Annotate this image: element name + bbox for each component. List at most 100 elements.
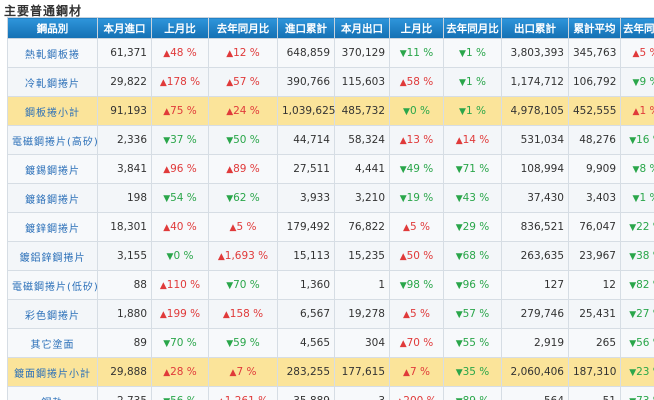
import-cumulative-cell: 1,360: [277, 270, 335, 300]
ytd-change-cell: ▼1 %: [620, 183, 654, 213]
ytd-change-cell: ▼22 %: [620, 212, 654, 242]
product-name-link[interactable]: 鍍錫鋼捲片: [7, 154, 98, 184]
import-mom-change-cell: ▼37 %: [151, 125, 209, 155]
export-yoy-change-cell: ▼1 %: [443, 96, 502, 126]
column-header[interactable]: 鋼品別: [7, 17, 98, 39]
cumulative-average-cell: 76,047: [568, 212, 621, 242]
product-name-link[interactable]: 其它塗面: [7, 328, 98, 358]
product-name-link[interactable]: 彩色鋼捲片: [7, 299, 98, 329]
product-name-link[interactable]: 電磁鋼捲片(低矽): [7, 270, 98, 300]
import-cumulative-cell: 283,255: [277, 357, 335, 387]
table-row: 鍍錫鋼捲片 3,841 ▲96 % ▲89 % 27,511 4,441 ▼49 % ▼71 …: [7, 154, 654, 184]
export-yoy-change-cell: ▼68 %: [443, 241, 502, 271]
export-mom-change-cell: ▲50 %: [389, 241, 444, 271]
import-yoy-change-cell: ▲1,261 %: [208, 386, 278, 400]
column-header[interactable]: 上月比: [151, 17, 209, 39]
import-mom-change-cell: ▲110 %: [151, 270, 209, 300]
product-name-link[interactable]: 鍍鋁鋅鋼捲片: [7, 241, 98, 271]
export-value-cell: 177,615: [334, 357, 390, 387]
triangle-up-icon: ▲: [159, 310, 167, 320]
triangle-down-icon: ▼: [455, 281, 463, 291]
export-yoy-change-cell: ▼57 %: [443, 299, 502, 329]
triangle-down-icon: ▼: [455, 252, 463, 262]
product-name-link[interactable]: 熱軋鋼板捲: [7, 38, 98, 68]
ytd-change-cell: ▼9 %: [620, 67, 654, 97]
import-value-cell: 29,822: [97, 67, 152, 97]
product-name-link[interactable]: 鍍鉻鋼捲片: [7, 183, 98, 213]
cumulative-average-cell: 106,792: [568, 67, 621, 97]
export-yoy-change: 71 %: [462, 163, 490, 175]
product-name-link[interactable]: 鍍面鋼捲片小計: [7, 357, 98, 387]
export-yoy-change: 1 %: [465, 76, 486, 88]
export-yoy-change: 89 %: [463, 395, 490, 400]
triangle-down-icon: ▼: [455, 165, 463, 175]
import-yoy-change-cell: ▲12 %: [208, 38, 278, 68]
import-mom-change: 37 %: [170, 134, 197, 146]
cumulative-average-cell: 51: [568, 386, 621, 400]
cumulative-average-cell: 345,763: [568, 38, 621, 68]
export-value-cell: 3: [334, 386, 390, 400]
column-header[interactable]: 上月比: [389, 17, 444, 39]
ytd-change-cell: ▼73 %: [620, 386, 654, 400]
export-yoy-change-cell: ▲14 %: [443, 125, 502, 155]
import-value-cell: 2,336: [97, 125, 152, 155]
product-name-link[interactable]: 鋼軌: [7, 386, 98, 400]
triangle-down-icon: ▼: [455, 368, 463, 378]
column-header[interactable]: 去年同期比: [620, 17, 654, 39]
table-row: 冷軋鋼捲片 29,822 ▲178 % ▲57 % 390,766 115,603 ▲58 …: [7, 67, 654, 97]
import-mom-change-cell: ▼70 %: [151, 328, 209, 358]
export-cumulative-cell: 127: [501, 270, 569, 300]
product-name-link[interactable]: 鍍鋅鋼捲片: [7, 212, 98, 242]
cumulative-average-cell: 48,276: [568, 125, 621, 155]
import-value-cell: 2,735: [97, 386, 152, 400]
import-mom-change: 70 %: [170, 337, 197, 349]
ytd-change: 73 %: [636, 395, 654, 400]
column-header[interactable]: 去年同月比: [208, 17, 278, 39]
import-cumulative-cell: 44,714: [277, 125, 335, 155]
export-mom-change-cell: ▲5 %: [389, 299, 444, 329]
column-header[interactable]: 出口累計: [501, 17, 569, 39]
export-cumulative-cell: 2,060,406: [501, 357, 569, 387]
import-mom-change: 40 %: [170, 221, 197, 233]
export-mom-change-cell: ▲5 %: [389, 212, 444, 242]
export-value-cell: 4,441: [334, 154, 390, 184]
export-mom-change-cell: ▼0 %: [389, 96, 444, 126]
column-header[interactable]: 進口累計: [277, 17, 335, 39]
column-header[interactable]: 去年同月比: [443, 17, 502, 39]
export-value-cell: 76,822: [334, 212, 390, 242]
column-header[interactable]: 累計平均: [568, 17, 621, 39]
import-yoy-change-cell: ▲1,693 %: [208, 241, 278, 271]
ytd-change: 9 %: [639, 76, 654, 88]
import-yoy-change: 1,261 %: [225, 395, 268, 400]
export-cumulative-cell: 279,746: [501, 299, 569, 329]
triangle-down-icon: ▼: [459, 78, 466, 88]
triangle-up-icon: ▲: [403, 368, 410, 378]
export-mom-change-cell: ▲7 %: [389, 357, 444, 387]
subtotal-row: 鋼板捲小計 91,193 ▲75 % ▲24 % 1,039,625 485,732 ▼0 …: [7, 96, 654, 126]
cumulative-average-cell: 23,967: [568, 241, 621, 271]
product-name-link[interactable]: 冷軋鋼捲片: [7, 67, 98, 97]
export-mom-change-cell: ▲200 %: [389, 386, 444, 400]
table-row: 鍍鋅鋼捲片 18,301 ▲40 % ▲5 % 179,492 76,822 ▲5 % ▼29…: [7, 212, 654, 242]
triangle-up-icon: ▲: [159, 78, 167, 88]
cumulative-average-cell: 187,310: [568, 357, 621, 387]
import-cumulative-cell: 27,511: [277, 154, 335, 184]
export-value-cell: 304: [334, 328, 390, 358]
ytd-change: 1 %: [639, 105, 654, 117]
ytd-change: 5 %: [639, 47, 654, 59]
product-name-link[interactable]: 電磁鋼捲片(高矽): [7, 125, 98, 155]
import-yoy-change: 12 %: [233, 47, 260, 59]
export-cumulative-cell: 3,803,393: [501, 38, 569, 68]
import-mom-change: 178 %: [166, 76, 201, 88]
table-row: 其它塗面 89 ▼70 % ▼59 % 4,565 304 ▲70 % ▼55 % 2,919 2…: [7, 328, 654, 358]
export-mom-change: 19 %: [406, 192, 434, 204]
import-yoy-change-cell: ▲57 %: [208, 67, 278, 97]
triangle-down-icon: ▼: [459, 49, 466, 59]
product-name-link[interactable]: 鋼板捲小計: [7, 96, 98, 126]
table-row: 鋼軌2,735▼56 %▲1,261 %35,8893▲200 %▼89 %56…: [7, 386, 654, 400]
export-mom-change: 5 %: [409, 221, 430, 233]
import-yoy-change: 89 %: [233, 163, 260, 175]
column-header[interactable]: 本月進口: [97, 17, 152, 39]
column-header[interactable]: 本月出口: [334, 17, 390, 39]
import-yoy-change: 57 %: [233, 76, 260, 88]
